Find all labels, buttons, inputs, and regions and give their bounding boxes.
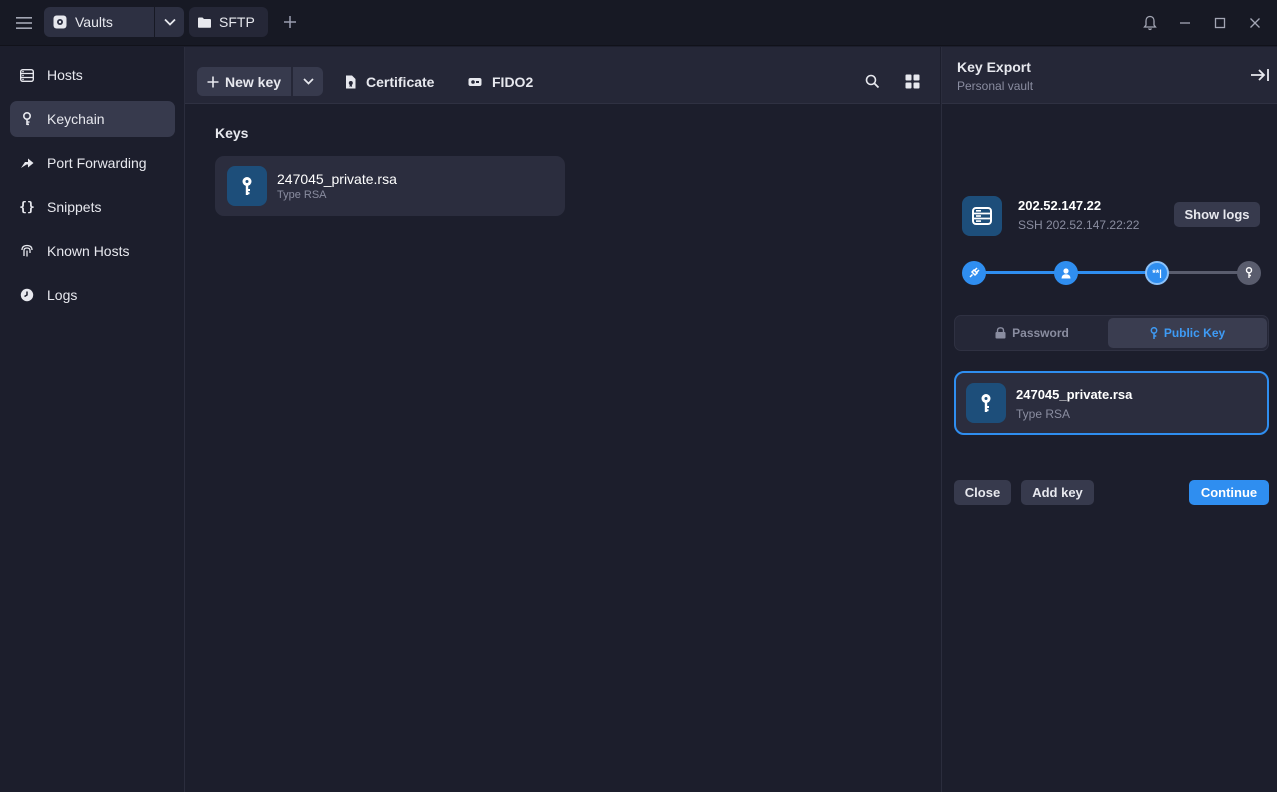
key-card[interactable]: 247045_private.rsa Type RSA <box>215 156 565 216</box>
key-icon <box>20 112 34 126</box>
main-content: New key Certificate FIDO2 Keys 247045_pr… <box>185 47 940 792</box>
step-user <box>1054 261 1078 285</box>
fingerprint-icon <box>20 244 34 258</box>
continue-button[interactable]: Continue <box>1189 480 1269 505</box>
step-connect <box>962 261 986 285</box>
new-tab-plus-icon[interactable] <box>280 12 300 32</box>
chevron-down-icon <box>163 18 176 26</box>
password-option-label: Password <box>1012 326 1069 340</box>
new-key-button[interactable]: New key <box>197 67 291 96</box>
public-key-option-label: Public Key <box>1163 326 1226 340</box>
braces-icon: {} <box>19 199 35 215</box>
selected-key-name: 247045_private.rsa <box>1016 387 1133 402</box>
host-detail: SSH 202.52.147.22:22 <box>1018 218 1140 232</box>
keys-section-title: Keys <box>215 125 249 141</box>
bell-icon[interactable] <box>1140 13 1160 33</box>
fido2-label: FIDO2 <box>492 73 534 90</box>
vaults-dropdown-button[interactable] <box>155 7 184 37</box>
plus-icon <box>207 76 219 87</box>
progress-line-pending <box>1157 271 1249 274</box>
key-icon <box>227 166 267 206</box>
panel-title: Key Export <box>957 59 1031 75</box>
key-icon <box>966 383 1006 423</box>
public-key-option[interactable]: Public Key <box>1108 318 1267 348</box>
collapse-panel-icon[interactable] <box>1249 65 1271 85</box>
hamburger-menu-icon[interactable] <box>14 13 34 33</box>
tab-sftp[interactable]: SFTP <box>189 7 268 37</box>
selected-key-card[interactable]: 247045_private.rsa Type RSA <box>954 371 1269 435</box>
keychain-toolbar: New key Certificate FIDO2 <box>185 47 940 104</box>
grid-view-icon[interactable] <box>902 71 922 91</box>
host-address: 202.52.147.22 <box>1018 198 1102 213</box>
password-option[interactable]: Password <box>957 318 1107 348</box>
new-key-label: New key <box>225 73 282 90</box>
tab-vaults[interactable]: Vaults <box>44 7 154 37</box>
server-icon <box>962 196 1002 236</box>
sidebar-item-hosts[interactable]: Hosts <box>10 57 175 93</box>
key-icon <box>1245 267 1253 278</box>
sidebar-item-port-forwarding[interactable]: Port Forwarding <box>10 145 175 181</box>
sidebar-item-logs[interactable]: Logs <box>10 277 175 313</box>
sidebar-item-label: Snippets <box>47 199 102 215</box>
step-key <box>1237 261 1261 285</box>
key-export-panel: Key Export Personal vault 202.52.147.22 … <box>941 47 1277 792</box>
sidebar-item-label: Port Forwarding <box>47 155 147 171</box>
sidebar-item-snippets[interactable]: {} Snippets <box>10 189 175 225</box>
vault-icon <box>53 15 67 29</box>
chevron-down-icon <box>302 78 314 85</box>
user-icon <box>1061 268 1071 279</box>
fido2-icon <box>468 77 482 86</box>
new-key-dropdown-button[interactable] <box>293 67 323 96</box>
key-name: 247045_private.rsa <box>277 171 397 187</box>
certificate-button[interactable]: Certificate <box>345 67 434 96</box>
sidebar-item-known-hosts[interactable]: Known Hosts <box>10 233 175 269</box>
tab-vaults-label: Vaults <box>75 14 113 30</box>
tab-sftp-label: SFTP <box>219 14 255 30</box>
sidebar-item-label: Known Hosts <box>47 243 130 259</box>
sidebar-item-label: Keychain <box>47 111 105 127</box>
certificate-icon <box>346 75 356 88</box>
panel-header: Key Export Personal vault <box>942 47 1277 104</box>
maximize-icon[interactable] <box>1210 13 1230 33</box>
key-icon <box>1150 326 1158 339</box>
auth-method-toggle: Password Public Key <box>954 315 1269 351</box>
sidebar: Hosts Keychain Port Forwarding {} Snippe… <box>0 47 185 792</box>
fido2-button[interactable]: FIDO2 <box>468 67 533 96</box>
title-bar: Vaults SFTP <box>0 0 1277 46</box>
selected-key-type: Type RSA <box>1016 407 1071 421</box>
show-logs-button[interactable]: Show logs <box>1174 202 1260 227</box>
key-type: Type RSA <box>277 189 327 201</box>
close-button[interactable]: Close <box>954 480 1011 505</box>
sidebar-item-label: Hosts <box>47 67 83 83</box>
step-password: **| <box>1145 261 1169 285</box>
password-icon: **| <box>1152 268 1162 278</box>
minimize-icon[interactable] <box>1175 13 1195 33</box>
search-icon[interactable] <box>862 71 882 91</box>
plug-icon <box>969 267 980 278</box>
server-icon <box>20 68 34 82</box>
folder-icon <box>198 17 211 28</box>
panel-subtitle: Personal vault <box>957 79 1034 93</box>
sidebar-item-label: Logs <box>47 287 78 303</box>
add-key-button[interactable]: Add key <box>1021 480 1094 505</box>
close-window-icon[interactable] <box>1245 13 1265 33</box>
forward-icon <box>20 156 34 170</box>
sidebar-item-keychain[interactable]: Keychain <box>10 101 175 137</box>
certificate-label: Certificate <box>366 73 435 90</box>
clock-icon <box>20 288 34 302</box>
lock-icon <box>995 327 1006 339</box>
